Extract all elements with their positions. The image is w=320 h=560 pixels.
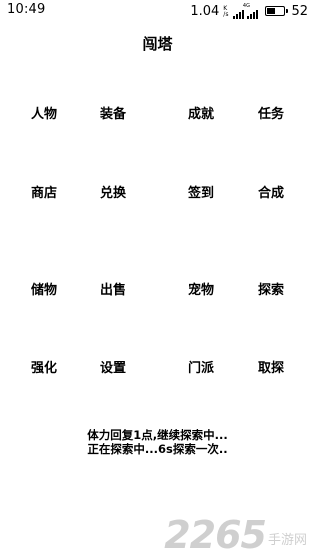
network-speed-icon: K /s xyxy=(223,5,229,18)
menu-item-equipment[interactable]: 装备 xyxy=(83,105,143,125)
menu-item-sect[interactable]: 门派 xyxy=(171,359,231,379)
menu-item-redeem[interactable]: 兑换 xyxy=(83,184,143,204)
network-speed-value: 1.04 xyxy=(190,3,220,19)
status-log-line: 正在探索中...6s探索一次.. xyxy=(87,442,228,456)
menu-item-craft[interactable]: 合成 xyxy=(241,184,301,204)
menu-item-storage[interactable]: 储物 xyxy=(14,281,74,301)
menu-item-achievements[interactable]: 成就 xyxy=(171,105,231,125)
menu-item-quests[interactable]: 任务 xyxy=(241,105,301,125)
menu-item-checkin[interactable]: 签到 xyxy=(171,184,231,204)
watermark-number: 2265 xyxy=(164,513,267,557)
battery-icon xyxy=(265,6,289,16)
battery-fill xyxy=(267,8,276,14)
menu-item-settings[interactable]: 设置 xyxy=(83,359,143,379)
status-log: 体力回复1点,继续探索中... 正在探索中...6s探索一次.. xyxy=(0,428,315,456)
status-log-line: 体力回复1点,继续探索中... xyxy=(87,428,228,442)
menu-item-shop[interactable]: 商店 xyxy=(14,184,74,204)
battery-level: 52 xyxy=(291,3,308,19)
page-title: 闯塔 xyxy=(142,35,173,53)
menu-item-pets[interactable]: 宠物 xyxy=(171,281,231,301)
menu-item-character[interactable]: 人物 xyxy=(14,105,74,125)
menu-item-explore[interactable]: 探索 xyxy=(241,281,301,301)
site-watermark: 2265 手游网 xyxy=(164,516,307,554)
watermark-text: 手游网 xyxy=(267,533,307,548)
signal-icon: 4G xyxy=(233,3,259,19)
signal-bars-icon xyxy=(233,9,259,19)
status-time: 10:49 xyxy=(7,2,46,17)
menu-item-sell[interactable]: 出售 xyxy=(83,281,143,301)
status-indicators: 1.04 K /s 4G 52 xyxy=(190,2,308,20)
app-screen: 10:49 1.04 K /s 4G 52 闯塔 人物 装备 成就 任务 商店 … xyxy=(0,0,315,560)
menu-item-cancel-explore[interactable]: 取探 xyxy=(241,359,301,379)
menu-item-enhance[interactable]: 强化 xyxy=(14,359,74,379)
network-speed-unit-bottom: /s xyxy=(223,10,229,18)
status-bar: 10:49 1.04 K /s 4G 52 xyxy=(0,0,315,22)
